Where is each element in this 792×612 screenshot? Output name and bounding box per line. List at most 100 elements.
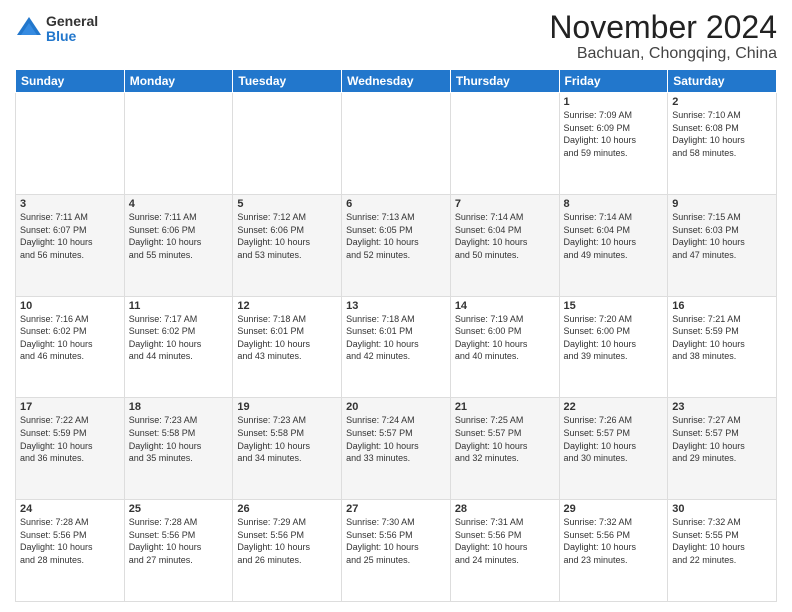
- day-info: Sunrise: 7:12 AM Sunset: 6:06 PM Dayligh…: [237, 211, 337, 261]
- calendar-day-cell: 8Sunrise: 7:14 AM Sunset: 6:04 PM Daylig…: [559, 194, 668, 296]
- day-info: Sunrise: 7:20 AM Sunset: 6:00 PM Dayligh…: [564, 313, 664, 363]
- calendar-day-header: Saturday: [668, 70, 777, 93]
- day-number: 3: [20, 198, 120, 210]
- location-subtitle: Bachuan, Chongqing, China: [549, 45, 777, 63]
- calendar-day-cell: 30Sunrise: 7:32 AM Sunset: 5:55 PM Dayli…: [668, 500, 777, 602]
- day-number: 8: [564, 198, 664, 210]
- calendar-day-header: Thursday: [450, 70, 559, 93]
- day-info: Sunrise: 7:32 AM Sunset: 5:55 PM Dayligh…: [672, 516, 772, 566]
- calendar-day-cell: [233, 93, 342, 195]
- day-number: 10: [20, 300, 120, 312]
- calendar-day-header: Friday: [559, 70, 668, 93]
- calendar-day-cell: 10Sunrise: 7:16 AM Sunset: 6:02 PM Dayli…: [16, 296, 125, 398]
- day-info: Sunrise: 7:18 AM Sunset: 6:01 PM Dayligh…: [346, 313, 446, 363]
- day-info: Sunrise: 7:25 AM Sunset: 5:57 PM Dayligh…: [455, 414, 555, 464]
- calendar-day-cell: 13Sunrise: 7:18 AM Sunset: 6:01 PM Dayli…: [342, 296, 451, 398]
- calendar-day-cell: 6Sunrise: 7:13 AM Sunset: 6:05 PM Daylig…: [342, 194, 451, 296]
- calendar-day-cell: 23Sunrise: 7:27 AM Sunset: 5:57 PM Dayli…: [668, 398, 777, 500]
- day-number: 11: [129, 300, 229, 312]
- page: General Blue November 2024 Bachuan, Chon…: [0, 0, 792, 612]
- day-info: Sunrise: 7:31 AM Sunset: 5:56 PM Dayligh…: [455, 516, 555, 566]
- calendar-day-cell: 18Sunrise: 7:23 AM Sunset: 5:58 PM Dayli…: [124, 398, 233, 500]
- calendar-table: SundayMondayTuesdayWednesdayThursdayFrid…: [15, 69, 777, 602]
- day-number: 4: [129, 198, 229, 210]
- day-info: Sunrise: 7:14 AM Sunset: 6:04 PM Dayligh…: [564, 211, 664, 261]
- day-number: 9: [672, 198, 772, 210]
- day-number: 12: [237, 300, 337, 312]
- calendar-day-cell: 11Sunrise: 7:17 AM Sunset: 6:02 PM Dayli…: [124, 296, 233, 398]
- day-info: Sunrise: 7:23 AM Sunset: 5:58 PM Dayligh…: [129, 414, 229, 464]
- day-number: 25: [129, 503, 229, 515]
- day-number: 5: [237, 198, 337, 210]
- logo: General Blue: [15, 14, 98, 45]
- day-number: 21: [455, 401, 555, 413]
- day-info: Sunrise: 7:32 AM Sunset: 5:56 PM Dayligh…: [564, 516, 664, 566]
- day-info: Sunrise: 7:28 AM Sunset: 5:56 PM Dayligh…: [129, 516, 229, 566]
- day-info: Sunrise: 7:21 AM Sunset: 5:59 PM Dayligh…: [672, 313, 772, 363]
- day-number: 13: [346, 300, 446, 312]
- calendar-week-row: 3Sunrise: 7:11 AM Sunset: 6:07 PM Daylig…: [16, 194, 777, 296]
- day-number: 28: [455, 503, 555, 515]
- day-number: 7: [455, 198, 555, 210]
- day-number: 19: [237, 401, 337, 413]
- calendar-day-cell: [450, 93, 559, 195]
- calendar-day-cell: 5Sunrise: 7:12 AM Sunset: 6:06 PM Daylig…: [233, 194, 342, 296]
- day-number: 20: [346, 401, 446, 413]
- day-info: Sunrise: 7:14 AM Sunset: 6:04 PM Dayligh…: [455, 211, 555, 261]
- day-info: Sunrise: 7:22 AM Sunset: 5:59 PM Dayligh…: [20, 414, 120, 464]
- day-info: Sunrise: 7:26 AM Sunset: 5:57 PM Dayligh…: [564, 414, 664, 464]
- day-info: Sunrise: 7:10 AM Sunset: 6:08 PM Dayligh…: [672, 109, 772, 159]
- calendar-week-row: 10Sunrise: 7:16 AM Sunset: 6:02 PM Dayli…: [16, 296, 777, 398]
- day-info: Sunrise: 7:27 AM Sunset: 5:57 PM Dayligh…: [672, 414, 772, 464]
- day-number: 26: [237, 503, 337, 515]
- calendar-day-cell: 17Sunrise: 7:22 AM Sunset: 5:59 PM Dayli…: [16, 398, 125, 500]
- day-number: 17: [20, 401, 120, 413]
- header: General Blue November 2024 Bachuan, Chon…: [15, 10, 777, 63]
- calendar-week-row: 24 Sunrise: 7:28 AM Sunset: 5:56 PM Dayli…: [16, 500, 777, 602]
- title-block: November 2024 Bachuan, Chongqing, China: [549, 10, 777, 63]
- calendar-day-cell: 2Sunrise: 7:10 AM Sunset: 6:08 PM Daylig…: [668, 93, 777, 195]
- calendar-day-header: Sunday: [16, 70, 125, 93]
- calendar-day-header: Monday: [124, 70, 233, 93]
- day-number: 2: [672, 96, 772, 108]
- day-info: Sunrise: 7:30 AM Sunset: 5:56 PM Dayligh…: [346, 516, 446, 566]
- day-number: 1: [564, 96, 664, 108]
- calendar-day-cell: 4Sunrise: 7:11 AM Sunset: 6:06 PM Daylig…: [124, 194, 233, 296]
- day-number: 30: [672, 503, 772, 515]
- calendar-day-cell: 29Sunrise: 7:32 AM Sunset: 5:56 PM Dayli…: [559, 500, 668, 602]
- calendar-week-row: 1Sunrise: 7:09 AM Sunset: 6:09 PM Daylig…: [16, 93, 777, 195]
- day-number: 16: [672, 300, 772, 312]
- calendar-day-cell: 25Sunrise: 7:28 AM Sunset: 5:56 PM Dayli…: [124, 500, 233, 602]
- day-number: 29: [564, 503, 664, 515]
- calendar-day-cell: 7Sunrise: 7:14 AM Sunset: 6:04 PM Daylig…: [450, 194, 559, 296]
- calendar-day-cell: 16Sunrise: 7:21 AM Sunset: 5:59 PM Dayli…: [668, 296, 777, 398]
- day-info: Sunrise: 7:29 AM Sunset: 5:56 PM Dayligh…: [237, 516, 337, 566]
- day-number: 18: [129, 401, 229, 413]
- calendar-day-cell: 24Sunrise: 7:28 AM Sunset: 5:56 PM Dayli…: [16, 500, 125, 602]
- calendar-day-cell: 28Sunrise: 7:31 AM Sunset: 5:56 PM Dayli…: [450, 500, 559, 602]
- calendar-day-cell: 9Sunrise: 7:15 AM Sunset: 6:03 PM Daylig…: [668, 194, 777, 296]
- calendar-day-cell: 12Sunrise: 7:18 AM Sunset: 6:01 PM Dayli…: [233, 296, 342, 398]
- logo-text: General Blue: [46, 14, 98, 45]
- calendar-week-row: 17Sunrise: 7:22 AM Sunset: 5:59 PM Dayli…: [16, 398, 777, 500]
- day-number: 6: [346, 198, 446, 210]
- calendar-day-cell: 19Sunrise: 7:23 AM Sunset: 5:58 PM Dayli…: [233, 398, 342, 500]
- day-number: 22: [564, 401, 664, 413]
- logo-general: General: [46, 14, 98, 29]
- calendar-day-cell: 21Sunrise: 7:25 AM Sunset: 5:57 PM Dayli…: [450, 398, 559, 500]
- day-info: Sunrise: 7:11 AM Sunset: 6:07 PM Dayligh…: [20, 211, 120, 261]
- calendar-day-header: Tuesday: [233, 70, 342, 93]
- logo-icon: [15, 15, 43, 43]
- calendar-day-cell: 26Sunrise: 7:29 AM Sunset: 5:56 PM Dayli…: [233, 500, 342, 602]
- day-number: 23: [672, 401, 772, 413]
- day-info: Sunrise: 7:18 AM Sunset: 6:01 PM Dayligh…: [237, 313, 337, 363]
- calendar-day-cell: [16, 93, 125, 195]
- day-info: Sunrise: 7:15 AM Sunset: 6:03 PM Dayligh…: [672, 211, 772, 261]
- day-number: 24: [20, 503, 120, 515]
- calendar-day-cell: 22Sunrise: 7:26 AM Sunset: 5:57 PM Dayli…: [559, 398, 668, 500]
- day-number: 14: [455, 300, 555, 312]
- day-info: Sunrise: 7:24 AM Sunset: 5:57 PM Dayligh…: [346, 414, 446, 464]
- day-info: Sunrise: 7:09 AM Sunset: 6:09 PM Dayligh…: [564, 109, 664, 159]
- day-info: Sunrise: 7:19 AM Sunset: 6:00 PM Dayligh…: [455, 313, 555, 363]
- day-info: Sunrise: 7:11 AM Sunset: 6:06 PM Dayligh…: [129, 211, 229, 261]
